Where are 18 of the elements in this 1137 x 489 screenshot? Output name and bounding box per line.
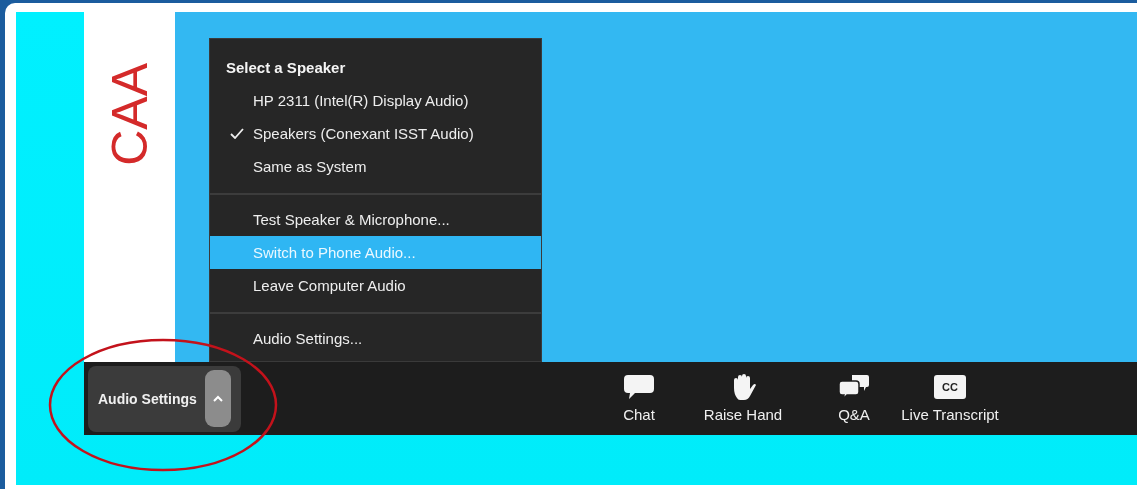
menu-item[interactable]: HP 2311 (Intel(R) Display Audio) <box>210 84 541 117</box>
caret-button[interactable] <box>204 370 231 427</box>
audio-settings-button[interactable]: Audio Settings <box>88 365 241 432</box>
toolbar-button[interactable]: Raise Hand <box>690 374 796 423</box>
menu-item[interactable]: Same as System <box>210 150 541 183</box>
menu-item[interactable]: Test Speaker & Microphone... <box>210 203 541 236</box>
menu-item[interactable]: Leave Computer Audio <box>210 269 541 302</box>
toolbar-button[interactable]: CC Live Transcript <box>894 374 1006 423</box>
toolbar-button[interactable]: Q&A <box>829 374 879 423</box>
captions-icon: CC <box>934 375 966 399</box>
chat-icon <box>623 374 655 400</box>
caret-icon <box>212 395 223 402</box>
menu-item[interactable]: Speakers (Conexant ISST Audio) <box>210 117 541 150</box>
menu-heading: Select a Speaker <box>225 58 347 78</box>
menu-item[interactable]: Audio Settings... <box>210 322 541 355</box>
slide-title: CAA <box>104 63 155 166</box>
chat-bubbles-icon <box>838 374 870 400</box>
toolbar-button[interactable]: Chat <box>609 374 669 423</box>
